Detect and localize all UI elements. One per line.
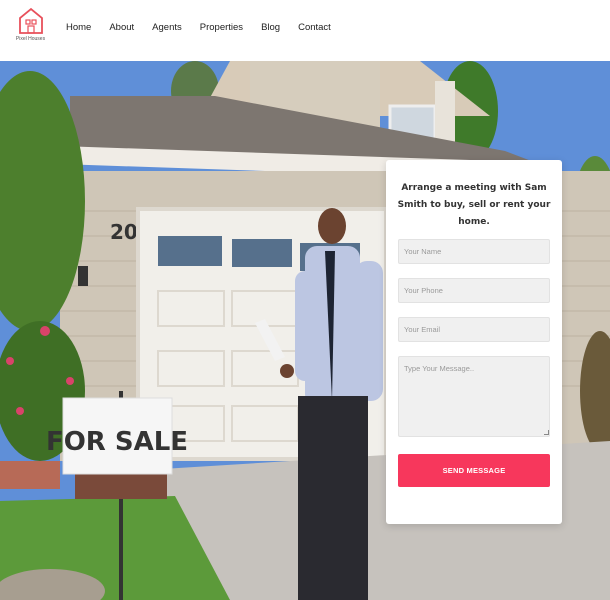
nav-agents[interactable]: Agents: [152, 21, 182, 35]
email-field[interactable]: [398, 317, 550, 342]
house-number: 20: [110, 220, 138, 244]
site-header: Pixel Houses Home About Agents Propertie…: [0, 0, 610, 61]
nav-blog[interactable]: Blog: [261, 21, 280, 35]
house-icon: [18, 7, 43, 34]
send-message-button[interactable]: SEND MESSAGE: [398, 454, 550, 487]
hero-banner: 20 FOR SALE Arrange a meeting with Sam S…: [0, 61, 610, 600]
phone-field[interactable]: [398, 278, 550, 303]
logo-text: Pixel Houses: [15, 36, 46, 42]
nav-properties[interactable]: Properties: [200, 21, 243, 35]
form-title: Arrange a meeting with Sam Smith to buy,…: [397, 183, 551, 227]
name-field[interactable]: [398, 239, 550, 264]
nav-contact[interactable]: Contact: [298, 21, 331, 35]
main-nav: Home About Agents Properties Blog Contac…: [66, 21, 349, 35]
site-logo[interactable]: Pixel Houses: [15, 7, 46, 45]
sign-text: FOR SALE: [46, 427, 188, 457]
message-field[interactable]: [398, 356, 550, 437]
nav-home[interactable]: Home: [66, 21, 91, 35]
nav-about[interactable]: About: [109, 21, 134, 35]
resize-handle-icon[interactable]: [544, 430, 549, 435]
contact-form-card: Arrange a meeting with Sam Smith to buy,…: [386, 160, 562, 524]
